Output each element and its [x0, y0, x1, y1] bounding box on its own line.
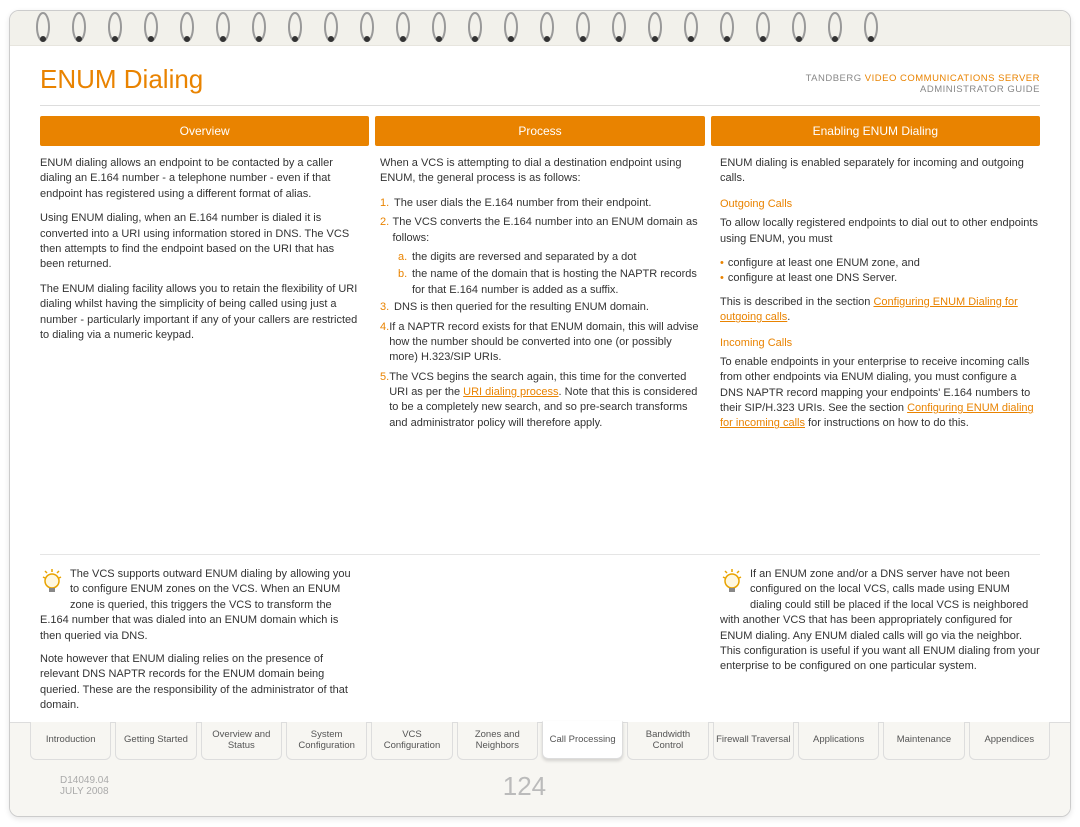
tab-applications[interactable]: Applications: [798, 722, 879, 760]
product-name: VIDEO COMMUNICATIONS SERVER: [865, 73, 1040, 84]
outgoing-bullet-2: •configure at least one DNS Server.: [720, 271, 1040, 286]
process-step-5: 5. The VCS begins the search again, this…: [380, 370, 700, 432]
outgoing-bullet-1: •configure at least one ENUM zone, and: [720, 256, 1040, 271]
tip-middle-empty: [380, 567, 700, 722]
col-header-enabling: Enabling ENUM Dialing: [711, 116, 1040, 146]
content-columns: ENUM dialing allows an endpoint to be co…: [40, 156, 1040, 546]
col-header-process: Process: [375, 116, 704, 146]
tip-right: If an ENUM zone and/or a DNS server have…: [720, 567, 1040, 722]
page-footer: D14049.04 JULY 2008 124: [30, 761, 1050, 816]
spiral-ring-icon: [394, 15, 412, 41]
doc-type: ADMINISTRATOR GUIDE: [920, 84, 1040, 95]
spiral-ring-icon: [862, 15, 880, 41]
incoming-p1: To enable endpoints in your enterprise t…: [720, 355, 1040, 432]
document-page: // placeholder, rings drawn below via te…: [9, 10, 1071, 817]
spiral-ring-icon: [754, 15, 772, 41]
column-headers: Overview Process Enabling ENUM Dialing: [40, 116, 1040, 146]
tab-introduction[interactable]: Introduction: [30, 722, 111, 760]
process-step-1: 1.The user dials the E.164 number from t…: [380, 196, 700, 211]
process-column: When a VCS is attempting to dial a desti…: [380, 156, 700, 546]
spiral-ring-icon: [466, 15, 484, 41]
spiral-ring-icon: [142, 15, 160, 41]
page-title: ENUM Dialing: [40, 64, 203, 95]
spiral-ring-icon: [70, 15, 88, 41]
spiral-ring-icon: [790, 15, 808, 41]
doc-id: D14049.04: [60, 775, 109, 786]
overview-column: ENUM dialing allows an endpoint to be co…: [40, 156, 360, 546]
enabling-intro: ENUM dialing is enabled separately for i…: [720, 156, 1040, 187]
tip-right-p1: If an ENUM zone and/or a DNS server have…: [720, 567, 1040, 675]
tip-left-p1: The VCS supports outward ENUM dialing by…: [40, 567, 360, 644]
spiral-ring-icon: [574, 15, 592, 41]
header-branding: TANDBERG VIDEO COMMUNICATIONS SERVER ADM…: [806, 73, 1040, 95]
spiral-ring-icon: [826, 15, 844, 41]
process-step-3: 3.DNS is then queried for the resulting …: [380, 300, 700, 315]
spiral-ring-icon: [682, 15, 700, 41]
process-step-4: 4.If a NAPTR record exists for that ENUM…: [380, 320, 700, 366]
tips-row: The VCS supports outward ENUM dialing by…: [40, 554, 1040, 722]
tab-getting-started[interactable]: Getting Started: [115, 722, 196, 760]
incoming-heading: Incoming Calls: [720, 336, 1040, 351]
doc-date: JULY 2008: [60, 786, 109, 797]
process-substep-a: a.the digits are reversed and separated …: [380, 250, 700, 265]
tab-firewall-traversal[interactable]: Firewall Traversal: [713, 722, 794, 760]
spiral-ring-icon: [322, 15, 340, 41]
overview-p3: The ENUM dialing facility allows you to …: [40, 282, 360, 344]
outgoing-p1: To allow locally registered endpoints to…: [720, 216, 1040, 247]
uri-dialing-link[interactable]: URI dialing process: [463, 386, 558, 398]
tab-overview-and-status[interactable]: Overview and Status: [201, 722, 282, 760]
tip-left: The VCS supports outward ENUM dialing by…: [40, 567, 360, 722]
process-step-2: 2.The VCS converts the E.164 number into…: [380, 215, 700, 246]
spiral-ring-icon: [34, 15, 52, 41]
page-number: 124: [503, 771, 546, 802]
spiral-ring-icon: [610, 15, 628, 41]
spiral-ring-icon: [358, 15, 376, 41]
overview-p2: Using ENUM dialing, when an E.164 number…: [40, 211, 360, 273]
lightbulb-icon: [40, 567, 64, 602]
spiral-ring-icon: [646, 15, 664, 41]
tab-vcs-configuration[interactable]: VCS Configuration: [371, 722, 452, 760]
spiral-ring-icon: [106, 15, 124, 41]
process-intro: When a VCS is attempting to dial a desti…: [380, 156, 700, 187]
spiral-ring-icon: [214, 15, 232, 41]
spiral-ring-icon: [538, 15, 556, 41]
tab-maintenance[interactable]: Maintenance: [883, 722, 964, 760]
tab-call-processing[interactable]: Call Processing: [542, 721, 623, 759]
outgoing-heading: Outgoing Calls: [720, 197, 1040, 212]
spiral-binding: // placeholder, rings drawn below via te…: [10, 11, 1070, 46]
tab-bandwidth-control[interactable]: Bandwidth Control: [627, 722, 708, 760]
spiral-ring-icon: [286, 15, 304, 41]
tab-system-configuration[interactable]: System Configuration: [286, 722, 367, 760]
tab-appendices[interactable]: Appendices: [969, 722, 1050, 760]
page-header: ENUM Dialing TANDBERG VIDEO COMMUNICATIO…: [10, 46, 1070, 101]
outgoing-p2: This is described in the section Configu…: [720, 295, 1040, 326]
process-substep-b: b.the name of the domain that is hosting…: [380, 267, 700, 298]
overview-p1: ENUM dialing allows an endpoint to be co…: [40, 156, 360, 202]
footer-left: D14049.04 JULY 2008: [60, 775, 109, 797]
brand-name: TANDBERG: [806, 73, 862, 84]
enabling-column: ENUM dialing is enabled separately for i…: [720, 156, 1040, 546]
spiral-ring-icon: [718, 15, 736, 41]
tab-zones-and-neighbors[interactable]: Zones and Neighbors: [457, 722, 538, 760]
header-divider: [40, 105, 1040, 106]
spiral-ring-icon: [502, 15, 520, 41]
spiral-ring-icon: [430, 15, 448, 41]
col-header-overview: Overview: [40, 116, 369, 146]
tip-left-p2: Note however that ENUM dialing relies on…: [40, 652, 360, 714]
spiral-ring-icon: [178, 15, 196, 41]
bottom-tabs: IntroductionGetting StartedOverview and …: [30, 722, 1050, 760]
spiral-ring-icon: [250, 15, 268, 41]
bottom-tabs-wrap: IntroductionGetting StartedOverview and …: [10, 722, 1070, 816]
lightbulb-icon: [720, 567, 744, 602]
